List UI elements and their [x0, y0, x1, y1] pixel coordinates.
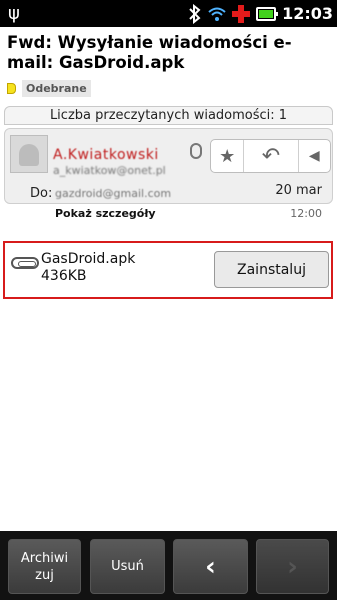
- to-value: gazdroid@gmail.com: [55, 187, 172, 200]
- message-date: 20 mar: [275, 183, 322, 198]
- avatar[interactable]: [10, 135, 48, 173]
- triangle-left-icon: ◀: [308, 148, 320, 164]
- label-row: Odebrane: [7, 79, 91, 97]
- usb-icon: ψ: [8, 3, 20, 24]
- android-avatar-icon: [19, 144, 39, 166]
- show-details-link[interactable]: Pokaż szczegóły: [55, 207, 156, 220]
- star-button[interactable]: ★: [211, 140, 245, 172]
- wifi-icon: [208, 7, 226, 21]
- delete-label: Usuń: [111, 559, 144, 574]
- status-icons: 12:03: [188, 2, 333, 25]
- status-bar: ψ 12:03: [0, 0, 337, 27]
- next-button[interactable]: ›: [256, 539, 329, 594]
- to-label: Do:: [30, 186, 53, 201]
- reply-icon: ↶: [261, 143, 281, 169]
- attachment-row: GasDroid.apk 436KB Zainstaluj: [3, 241, 333, 299]
- archive-label: Archiwizuj: [20, 550, 69, 583]
- bottom-action-bar: Archiwizuj Usuń ‹ ›: [0, 531, 337, 600]
- archive-button[interactable]: Archiwizuj: [8, 539, 81, 594]
- header-button-group: ★ ↶ ◀: [210, 139, 331, 173]
- red-cross-icon: [232, 4, 251, 23]
- label-tag-icon: [7, 82, 16, 94]
- status-clock: 12:03: [282, 4, 333, 23]
- more-actions-button[interactable]: ◀: [299, 140, 330, 172]
- delete-button[interactable]: Usuń: [90, 539, 165, 594]
- attachment-name: GasDroid.apk: [41, 251, 136, 267]
- paperclip-icon: [11, 257, 39, 269]
- sender-email: a_kwiatkow@onet.pl: [53, 164, 166, 177]
- attachment-indicator-icon: [190, 143, 202, 159]
- sender-name: A.Kwiatkowski: [53, 147, 159, 163]
- attachment-size: 436KB: [41, 268, 87, 284]
- read-count-bar[interactable]: Liczba przeczytanych wiadomości: 1: [4, 106, 333, 125]
- email-subject: Fwd: Wysyłanie wiadomości e-mail: GasDro…: [7, 33, 292, 72]
- message-time: 12:00: [290, 207, 322, 220]
- chevron-right-icon: ›: [287, 551, 298, 582]
- label-chip[interactable]: Odebrane: [22, 79, 91, 97]
- previous-button[interactable]: ‹: [173, 539, 248, 594]
- reply-button[interactable]: ↶: [244, 140, 299, 172]
- message-header: A.Kwiatkowski a_kwiatkow@onet.pl ★ ↶ ◀ D…: [4, 128, 333, 220]
- battery-icon: [256, 6, 279, 21]
- star-icon: ★: [219, 145, 236, 167]
- bluetooth-icon: [189, 3, 201, 24]
- chevron-left-icon: ‹: [205, 551, 216, 582]
- install-button[interactable]: Zainstaluj: [214, 251, 329, 288]
